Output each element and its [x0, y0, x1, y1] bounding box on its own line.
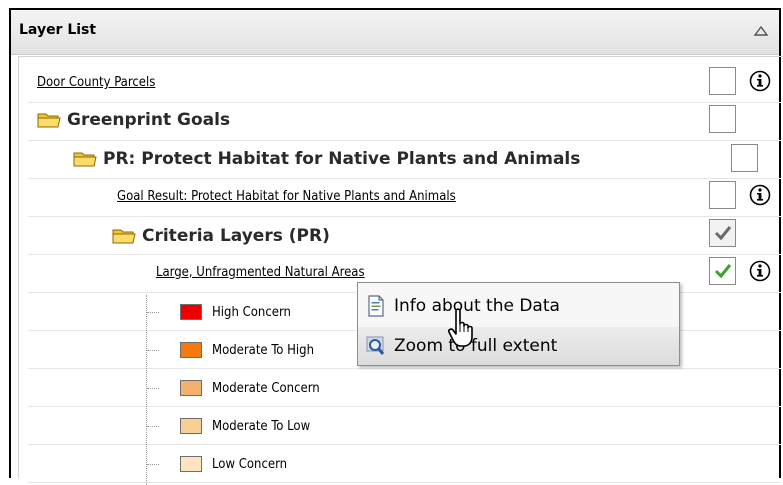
layer-link-large-areas[interactable]: Large, Unfragmented Natural Areas	[156, 265, 365, 280]
menu-item-info[interactable]: Info about the Data	[358, 287, 679, 325]
tree-connector	[147, 350, 159, 351]
layer-checkbox-protect[interactable]	[731, 144, 758, 172]
info-icon[interactable]	[749, 70, 771, 92]
folder-icon	[37, 113, 61, 128]
legend-swatch	[180, 380, 202, 396]
group-label-criteria: Criteria Layers (PR)	[142, 226, 330, 246]
tree-connector	[147, 464, 159, 465]
layer-checkbox-goal-result[interactable]	[709, 181, 736, 209]
tree-connector	[147, 388, 159, 389]
legend-label: Moderate To High	[212, 342, 315, 358]
tree-connector	[147, 426, 159, 427]
layer-checkbox-door-county[interactable]	[709, 67, 736, 95]
folder-icon	[112, 229, 136, 244]
group-greenprint[interactable]: Greenprint Goals	[37, 110, 230, 130]
zoom-icon	[366, 336, 385, 355]
legend-row	[28, 406, 781, 445]
menu-label-zoom: Zoom to full extent	[394, 336, 558, 356]
legend-row	[28, 368, 781, 407]
layer-checkbox-large-areas[interactable]	[709, 257, 736, 285]
group-label-greenprint: Greenprint Goals	[67, 110, 231, 130]
legend-swatch	[180, 418, 202, 434]
legend-label: Moderate To Low	[212, 418, 311, 434]
info-icon[interactable]	[749, 260, 771, 282]
legend-item-low-concern: Low Concern	[180, 456, 287, 472]
document-icon	[368, 295, 384, 317]
folder-icon	[73, 152, 97, 167]
check-icon	[714, 226, 732, 241]
group-label-protect: PR: Protect Habitat for Native Plants an…	[103, 149, 581, 169]
legend-swatch	[180, 456, 202, 472]
tree-connector	[147, 312, 159, 313]
legend-row	[28, 444, 781, 483]
legend-item-moderate-to-low: Moderate To Low	[180, 418, 310, 434]
panel-header: Layer List	[11, 10, 779, 55]
legend-swatch	[180, 304, 202, 320]
legend-label: High Concern	[212, 304, 291, 320]
collapse-icon[interactable]	[753, 24, 769, 38]
group-criteria[interactable]: Criteria Layers (PR)	[112, 226, 330, 246]
layer-link-door-county[interactable]: Door County Parcels	[37, 75, 155, 90]
legend-item-moderate-to-high: Moderate To High	[180, 342, 314, 358]
legend-swatch	[180, 342, 202, 358]
info-icon[interactable]	[749, 184, 771, 206]
menu-item-zoom[interactable]: Zoom to full extent	[358, 327, 679, 365]
layer-checkbox-criteria[interactable]	[709, 219, 736, 247]
legend-item-moderate-concern: Moderate Concern	[180, 380, 320, 396]
group-protect[interactable]: PR: Protect Habitat for Native Plants an…	[73, 149, 580, 169]
layer-context-menu: Info about the Data Zoom to full extent	[357, 282, 680, 366]
menu-label-info: Info about the Data	[394, 296, 560, 316]
legend-label: Moderate Concern	[212, 380, 320, 396]
legend-label: Low Concern	[212, 456, 288, 472]
tree-connector	[146, 295, 147, 485]
check-icon	[714, 264, 732, 279]
panel-title: Layer List	[19, 22, 97, 38]
layer-checkbox-greenprint[interactable]	[709, 105, 736, 133]
layer-link-goal-result[interactable]: Goal Result: Protect Habitat for Native …	[117, 189, 456, 204]
legend-item-high-concern: High Concern	[180, 304, 291, 320]
